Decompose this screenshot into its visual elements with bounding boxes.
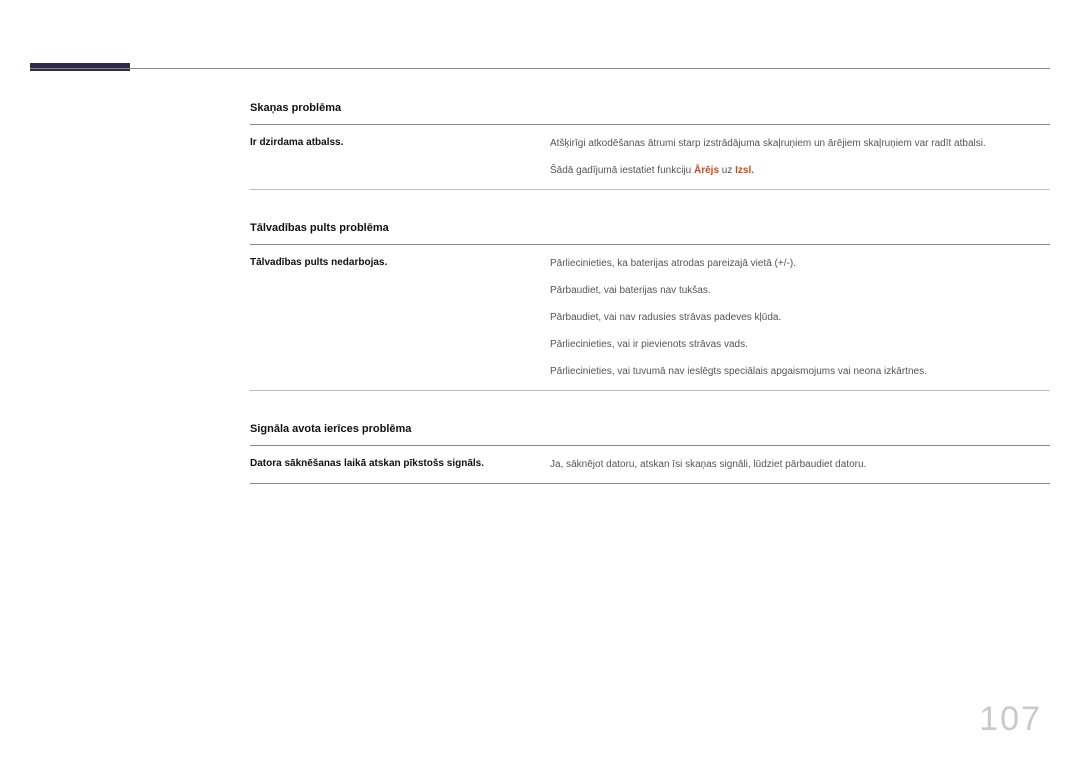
table-row: Ir dzirdama atbalss.Atšķirīgi atkodēšana… bbox=[250, 125, 1050, 190]
section-spacer bbox=[250, 190, 1050, 216]
table-row: Tālvadības pults nedarbojas.Pārlieciniet… bbox=[250, 245, 1050, 391]
row-label: Tālvadības pults nedarbojas. bbox=[250, 245, 550, 390]
section-spacer bbox=[250, 391, 1050, 417]
top-rule bbox=[30, 68, 1050, 69]
row-paragraph: Ja, sāknējot datoru, atskan īsi skaņas s… bbox=[550, 456, 1050, 473]
row-content: Ja, sāknējot datoru, atskan īsi skaņas s… bbox=[550, 446, 1050, 483]
accent-bar bbox=[30, 63, 130, 71]
table-row: Datora sāknēšanas laikā atskan pīkstošs … bbox=[250, 446, 1050, 484]
row-content: Atšķirīgi atkodēšanas ātrumi starp izstr… bbox=[550, 125, 1050, 189]
page-number: 107 bbox=[979, 700, 1042, 739]
row-paragraph: Pārliecinieties, vai ir pievienots strāv… bbox=[550, 336, 1050, 353]
row-paragraph: Pārbaudiet, vai baterijas nav tukšas. bbox=[550, 282, 1050, 299]
highlight-text: Izsl. bbox=[735, 165, 754, 176]
row-content: Pārliecinieties, ka baterijas atrodas pa… bbox=[550, 245, 1050, 390]
section-header: Skaņas problēma bbox=[250, 96, 1050, 125]
row-paragraph: Pārliecinieties, vai tuvumā nav ieslēgts… bbox=[550, 363, 1050, 380]
row-label: Ir dzirdama atbalss. bbox=[250, 125, 550, 189]
row-paragraph: Šādā gadījumā iestatiet funkciju Ārējs u… bbox=[550, 162, 1050, 179]
content-area: Skaņas problēmaIr dzirdama atbalss.Atšķi… bbox=[250, 96, 1050, 484]
section-header: Tālvadības pults problēma bbox=[250, 216, 1050, 245]
row-paragraph: Pārbaudiet, vai nav radusies strāvas pad… bbox=[550, 309, 1050, 326]
row-paragraph: Pārliecinieties, ka baterijas atrodas pa… bbox=[550, 255, 1050, 272]
row-label: Datora sāknēšanas laikā atskan pīkstošs … bbox=[250, 446, 550, 483]
highlight-text: Ārējs bbox=[694, 165, 719, 176]
row-paragraph: Atšķirīgi atkodēšanas ātrumi starp izstr… bbox=[550, 135, 1050, 152]
section-header: Signāla avota ierīces problēma bbox=[250, 417, 1050, 446]
page: Skaņas problēmaIr dzirdama atbalss.Atšķi… bbox=[0, 0, 1080, 763]
